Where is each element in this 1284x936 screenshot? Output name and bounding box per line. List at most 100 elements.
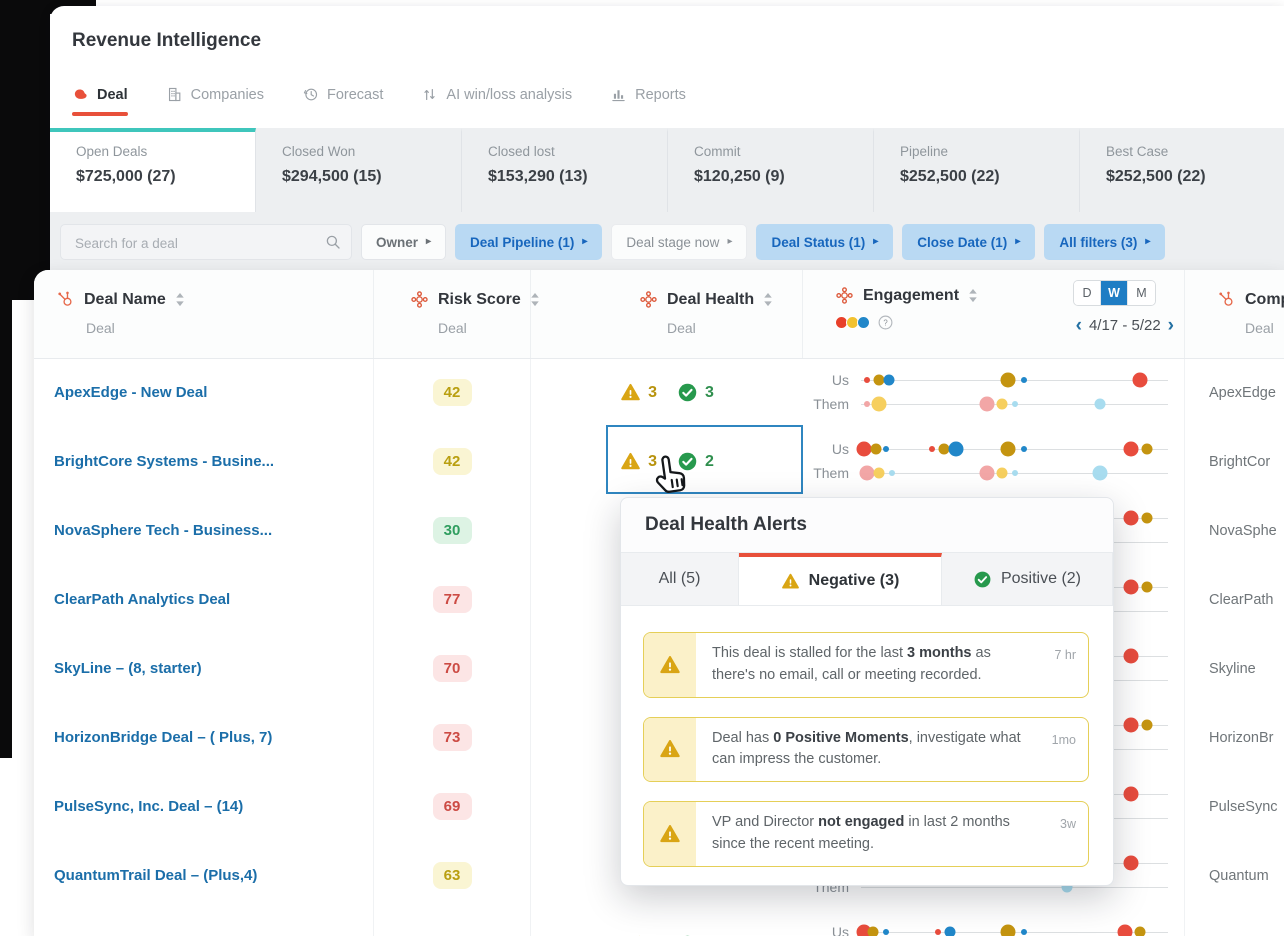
sort-icon[interactable]: [763, 292, 773, 307]
nav-tab-label: Deal: [97, 87, 128, 103]
summary-card-best-case[interactable]: Best Case$252,500 (22): [1080, 128, 1284, 212]
engagement-dot: [864, 401, 870, 407]
deal-link[interactable]: PulseSync, Inc. Deal – (14): [54, 798, 243, 815]
deal-name-cell: SkyLine – (8, starter): [34, 634, 374, 703]
warning-icon: [659, 738, 681, 760]
deal-search: [60, 224, 352, 260]
summary-card-commit[interactable]: Commit$120,250 (9): [668, 128, 874, 212]
engagement-line-us: Us: [803, 437, 1184, 461]
alert-stripe: [644, 633, 696, 697]
engagement-dot: [1001, 925, 1016, 936]
deal-link[interactable]: NovaSphere Tech - Business...: [54, 522, 272, 539]
column-header-engagement[interactable]: Engagement ? DWM ‹ 4/17 - 5/22 ›: [803, 270, 1185, 358]
column-label: Deal Health: [667, 291, 754, 309]
nav-tab-reports[interactable]: Reports: [610, 86, 686, 116]
engagement-cell: UsThem: [803, 910, 1185, 936]
popup-tab-positive-2-[interactable]: Positive (2): [942, 553, 1113, 605]
deal-link[interactable]: ClearPath Analytics Deal: [54, 591, 230, 608]
risk-score-cell: 77: [374, 565, 531, 634]
nav-tab-label: Reports: [635, 87, 686, 103]
flower-icon: [835, 286, 854, 305]
column-header-deal-name[interactable]: Deal Name Deal: [34, 270, 374, 358]
engagement-label: Us: [803, 372, 849, 388]
summary-card-label: Pipeline: [900, 144, 1079, 159]
engagement-dot: [1124, 511, 1139, 526]
nav-tab-forecast[interactable]: Forecast: [302, 86, 383, 116]
table-row[interactable]: UsThem: [34, 910, 1284, 936]
period-option-m[interactable]: M: [1128, 281, 1155, 305]
period-option-d[interactable]: D: [1074, 281, 1101, 305]
warning-icon: [620, 451, 641, 472]
column-sublabel: Deal: [1245, 320, 1284, 336]
filter-button-deal-stage-now[interactable]: Deal stage now▸: [611, 224, 747, 260]
filter-button-deal-status-1-[interactable]: Deal Status (1)▸: [756, 224, 893, 260]
period-option-w[interactable]: W: [1101, 281, 1128, 305]
engagement-dot: [1141, 444, 1152, 455]
summary-card-closed-won[interactable]: Closed Won$294,500 (15): [256, 128, 462, 212]
summary-card-pipeline[interactable]: Pipeline$252,500 (22): [874, 128, 1080, 212]
deal-health-cell[interactable]: 32: [531, 427, 803, 496]
engagement-dot: [883, 446, 889, 452]
deal-link[interactable]: BrightCore Systems - Busine...: [54, 453, 274, 470]
filter-button-deal-pipeline-1-[interactable]: Deal Pipeline (1)▸: [455, 224, 602, 260]
engagement-track: [861, 437, 1168, 461]
deal-link[interactable]: ApexEdge - New Deal: [54, 384, 207, 401]
engagement-dot: [1124, 442, 1139, 457]
page-title: Revenue Intelligence: [72, 30, 261, 52]
sort-icon[interactable]: [968, 288, 978, 303]
alert-stripe: [644, 802, 696, 866]
filter-button-all-filters-3-[interactable]: All filters (3)▸: [1044, 224, 1165, 260]
summary-card-open-deals[interactable]: Open Deals$725,000 (27): [50, 128, 256, 212]
table-row[interactable]: BrightCore Systems - Busine...4232UsThem…: [34, 427, 1284, 497]
engagement-dot: [1141, 720, 1152, 731]
deal-health-alerts-popup: Deal Health Alerts All (5)Negative (3)Po…: [620, 497, 1114, 886]
search-icon: [324, 233, 342, 251]
engagement-cell: UsThem: [803, 427, 1185, 496]
company-name: NovaSphe: [1209, 523, 1277, 539]
company-name: ClearPath: [1209, 592, 1273, 608]
deal-health-cell[interactable]: [531, 910, 803, 936]
sort-icon[interactable]: [175, 292, 185, 307]
filter-button-close-date-1-[interactable]: Close Date (1)▸: [902, 224, 1035, 260]
column-header-company[interactable]: Company Deal: [1185, 270, 1284, 358]
nav-tab-deal[interactable]: Deal: [72, 86, 128, 116]
risk-badge: 77: [433, 586, 472, 613]
chevron-right-icon[interactable]: ›: [1168, 316, 1174, 335]
column-sublabel: Deal: [86, 320, 373, 336]
engagement-line-us: Us: [803, 368, 1184, 392]
popup-tab-all-5-[interactable]: All (5): [621, 553, 739, 605]
hubspot-icon: [56, 290, 75, 309]
engagement-dot: [883, 375, 894, 386]
check-icon: [677, 451, 698, 472]
alert-stripe: [644, 718, 696, 782]
nav-tab-companies[interactable]: Companies: [166, 86, 264, 116]
column-header-risk-score[interactable]: Risk Score Deal: [374, 270, 531, 358]
chevron-left-icon[interactable]: ‹: [1076, 316, 1082, 335]
engagement-dot: [997, 468, 1008, 479]
table-row[interactable]: ApexEdge - New Deal4233UsThemApexEdge: [34, 358, 1284, 428]
deal-name-cell: BrightCore Systems - Busine...: [34, 427, 374, 496]
summary-card-label: Best Case: [1106, 144, 1284, 159]
deal-name-cell: ClearPath Analytics Deal: [34, 565, 374, 634]
nav-tab-ai-win-loss-analysis[interactable]: AI win/loss analysis: [421, 86, 572, 116]
alert-text: This deal is stalled for the last 3 mont…: [696, 633, 1030, 697]
summary-strip: Open Deals$725,000 (27)Closed Won$294,50…: [50, 128, 1284, 270]
nav-tab-label: Companies: [191, 87, 264, 103]
negative-count: 3: [648, 384, 657, 402]
deal-link[interactable]: SkyLine – (8, starter): [54, 660, 202, 677]
deal-link[interactable]: HorizonBridge Deal – ( Plus, 7): [54, 729, 272, 746]
popup-title: Deal Health Alerts: [621, 498, 1113, 553]
summary-card-closed-lost[interactable]: Closed lost$153,290 (13): [462, 128, 668, 212]
company-cell: BrightCor: [1185, 427, 1284, 496]
deal-link[interactable]: QuantumTrail Deal – (Plus,4): [54, 867, 257, 884]
deal-health-cell[interactable]: 33: [531, 358, 803, 427]
search-input[interactable]: [73, 225, 317, 261]
warning-icon: [659, 823, 681, 845]
column-header-deal-health[interactable]: Deal Health Deal: [531, 270, 803, 358]
popup-tab-negative-3-[interactable]: Negative (3): [739, 553, 942, 605]
filter-button-owner[interactable]: Owner▸: [361, 224, 446, 260]
filter-buttons: Owner▸Deal Pipeline (1)▸Deal stage now▸D…: [361, 224, 1165, 260]
alert-card: This deal is stalled for the last 3 mont…: [643, 632, 1089, 698]
help-icon[interactable]: ?: [877, 314, 894, 331]
nav-tab-label: AI win/loss analysis: [446, 87, 572, 103]
